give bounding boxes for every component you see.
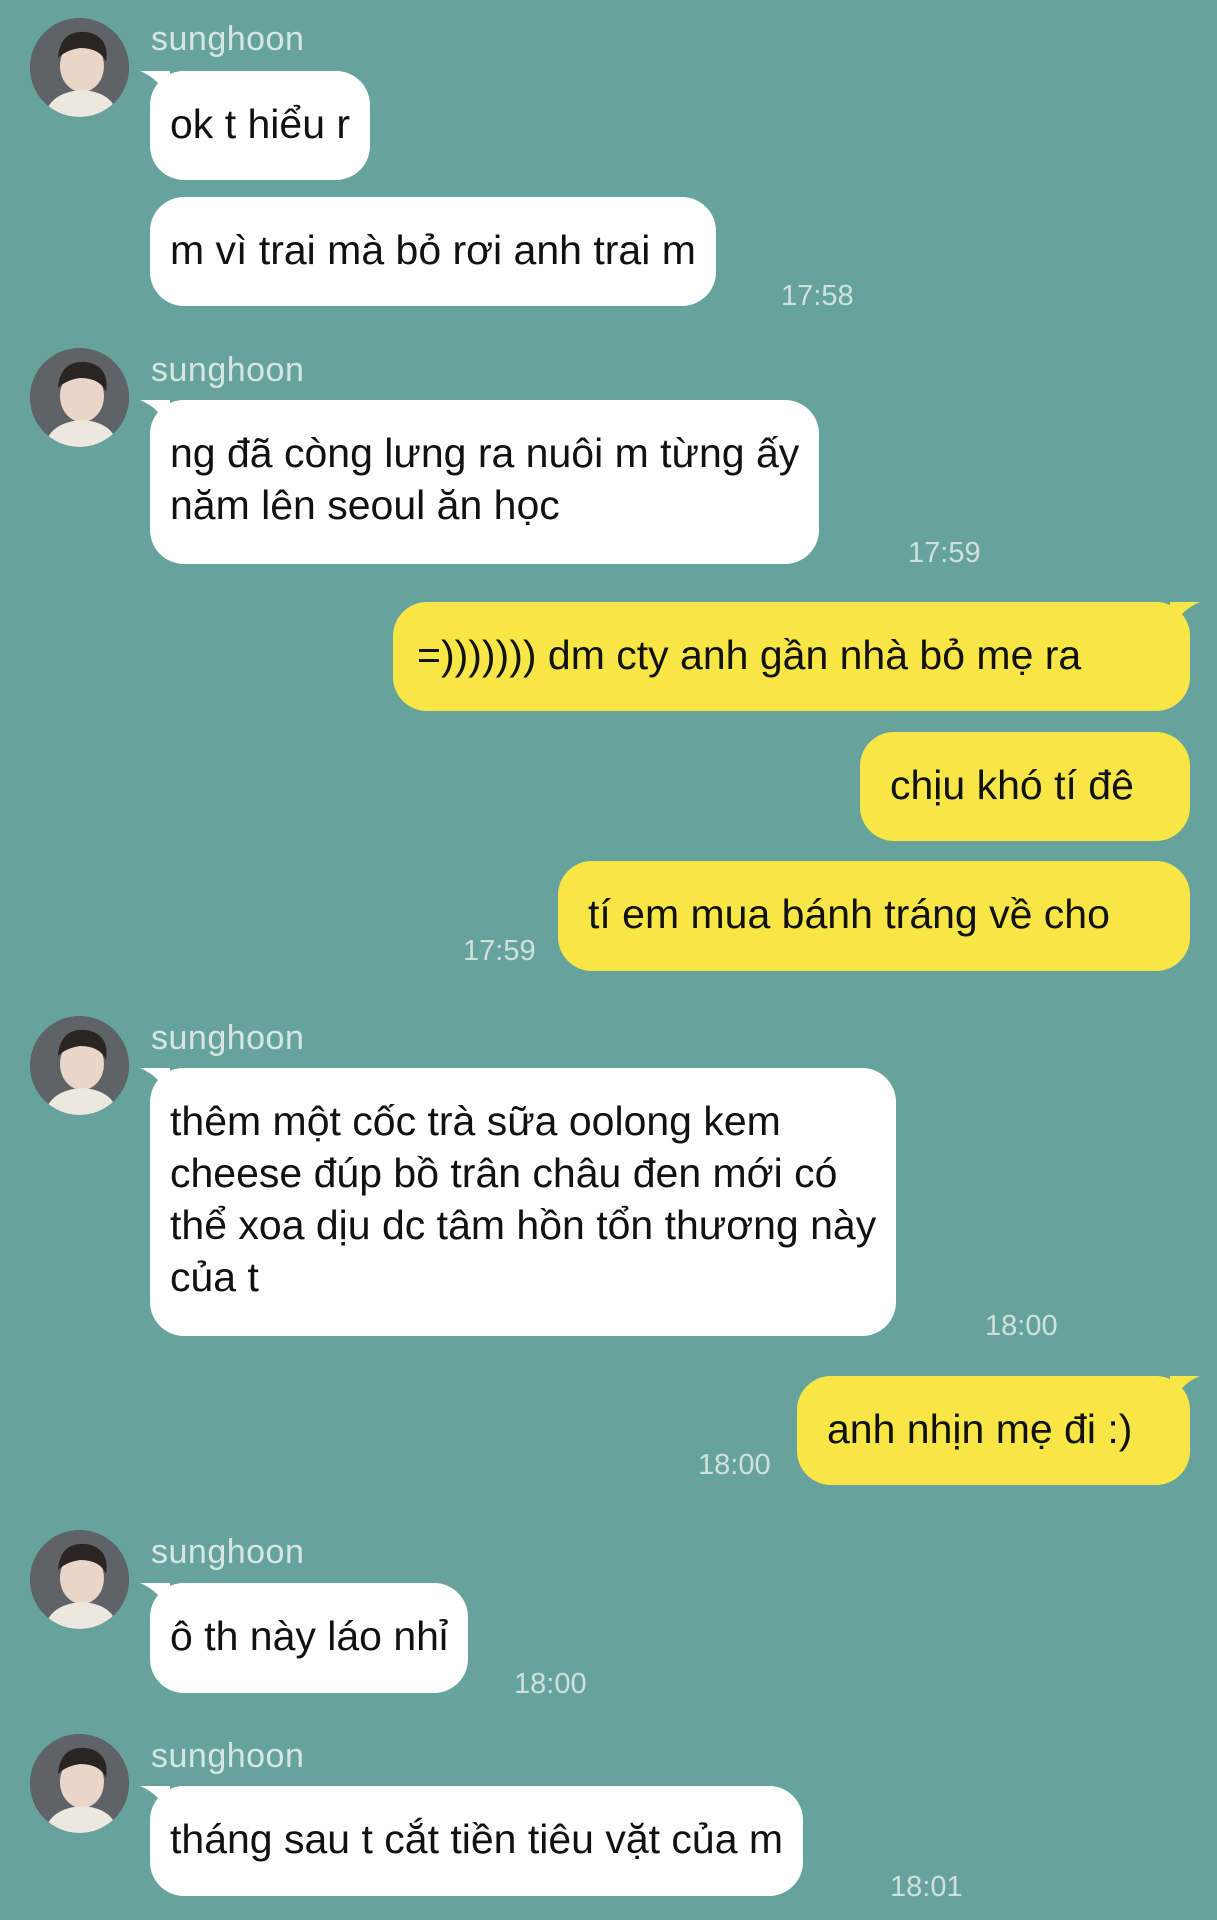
outgoing-message-bubble[interactable]: chịu khó tí đê <box>860 732 1190 841</box>
message-text-line: ng đã còng lưng ra nuôi m từng ấy <box>170 430 800 476</box>
bubble-tail-icon <box>140 400 170 430</box>
bubble-tail-icon <box>140 1786 170 1816</box>
message-text: m vì trai mà bỏ rơi anh trai m <box>170 227 696 273</box>
bubble-tail-icon <box>140 1583 170 1613</box>
bubble-tail-icon <box>1170 1376 1200 1406</box>
message-text-line: thể xoa dịu dc tâm hồn tổn thương này <box>170 1202 877 1248</box>
contact-avatar[interactable] <box>30 1530 129 1629</box>
message-timestamp: 17:59 <box>908 537 981 569</box>
sender-name: sunghoon <box>151 1533 305 1571</box>
message-text: anh nhịn mẹ đi :) <box>827 1406 1133 1452</box>
incoming-message-bubble[interactable]: ng đã còng lưng ra nuôi m từng ấy năm lê… <box>140 400 820 564</box>
incoming-message-bubble[interactable]: m vì trai mà bỏ rơi anh trai m <box>150 197 716 306</box>
incoming-message-bubble[interactable]: thêm một cốc trà sữa oolong kem cheese đ… <box>140 1068 897 1336</box>
message-text: ok t hiểu r <box>170 101 351 147</box>
message-text: tí em mua bánh tráng về cho <box>588 891 1110 937</box>
message-text-line: thêm một cốc trà sữa oolong kem <box>170 1098 781 1144</box>
sender-name: sunghoon <box>151 1737 305 1775</box>
message-timestamp: 17:58 <box>781 280 854 312</box>
message-timestamp: 18:00 <box>514 1668 587 1700</box>
message-text: =))))))) dm cty anh gần nhà bỏ mẹ ra <box>417 632 1082 678</box>
outgoing-message-bubble[interactable]: =))))))) dm cty anh gần nhà bỏ mẹ ra <box>393 602 1200 711</box>
message-timestamp: 18:00 <box>985 1310 1058 1342</box>
message-timestamp: 18:01 <box>890 1871 963 1903</box>
contact-avatar[interactable] <box>30 18 129 117</box>
contact-avatar[interactable] <box>30 1734 129 1833</box>
incoming-message-bubble[interactable]: tháng sau t cắt tiền tiêu vặt của m <box>140 1786 804 1896</box>
sender-name: sunghoon <box>151 20 305 58</box>
message-timestamp: 17:59 <box>463 935 536 967</box>
message-text: tháng sau t cắt tiền tiêu vặt của m <box>170 1816 784 1862</box>
incoming-message-bubble[interactable]: ô th này láo nhỉ <box>140 1583 469 1693</box>
message-text: chịu khó tí đê <box>890 762 1134 808</box>
contact-avatar[interactable] <box>30 1016 129 1115</box>
bubble-tail-icon <box>140 71 170 101</box>
message-text: ô th này láo nhỉ <box>170 1613 449 1659</box>
message-timestamp: 18:00 <box>698 1449 771 1481</box>
contact-avatar[interactable] <box>30 348 129 447</box>
message-text-line: cheese đúp bồ trân châu đen mới có <box>170 1150 838 1196</box>
sender-name: sunghoon <box>151 1019 305 1057</box>
outgoing-message-bubble[interactable]: anh nhịn mẹ đi :) <box>797 1376 1200 1485</box>
chat-window: sunghoon ok t hiểu r m vì trai mà bỏ rơi… <box>0 0 1217 1920</box>
outgoing-message-bubble[interactable]: tí em mua bánh tráng về cho <box>558 861 1190 971</box>
message-text-line: của t <box>170 1254 259 1300</box>
message-text-line: năm lên seoul ăn học <box>170 482 560 528</box>
bubble-tail-icon <box>1170 602 1200 632</box>
bubble-tail-icon <box>140 1068 170 1098</box>
sender-name: sunghoon <box>151 351 305 389</box>
incoming-message-bubble[interactable]: ok t hiểu r <box>140 71 371 180</box>
